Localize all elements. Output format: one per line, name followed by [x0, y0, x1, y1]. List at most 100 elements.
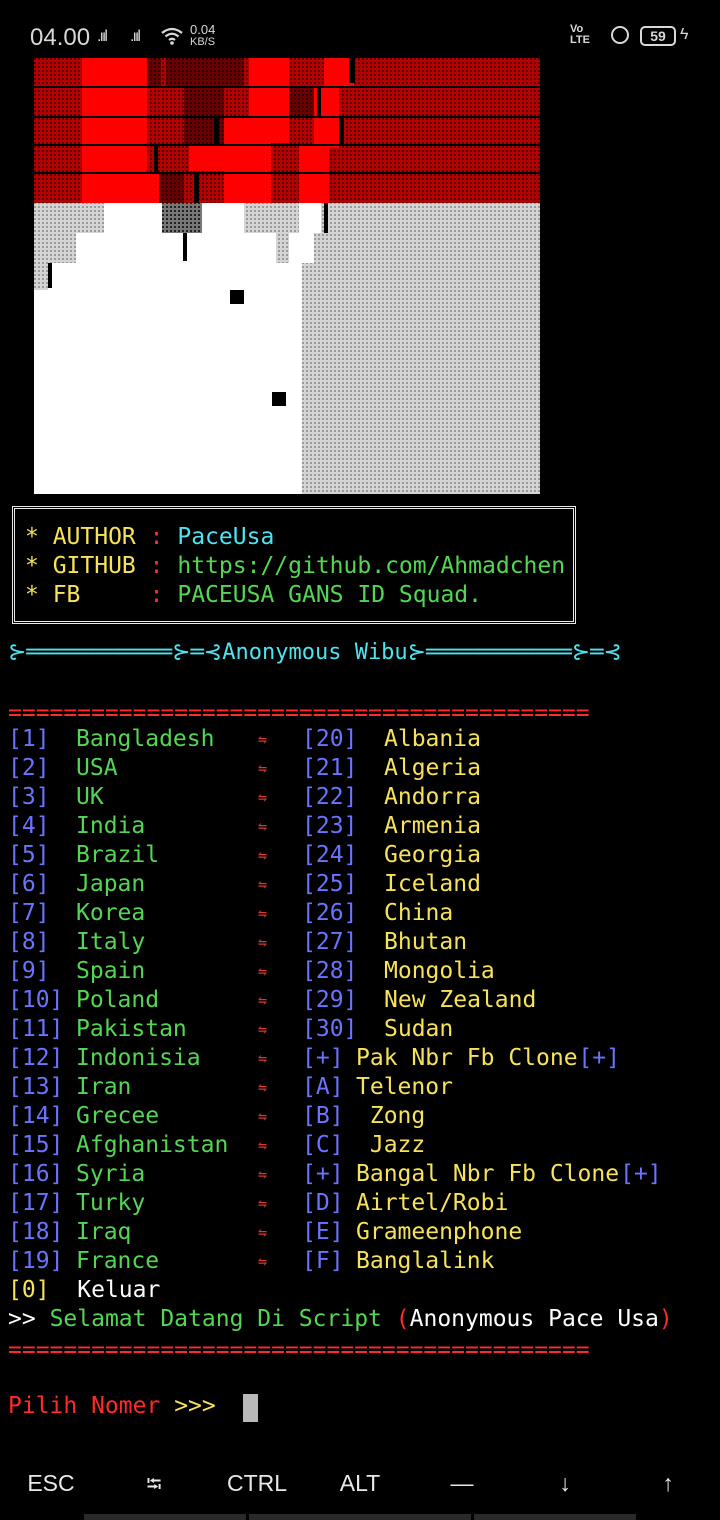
menu-item-label: Sudan [384, 1016, 454, 1042]
menu-item: [23] Armenia [302, 812, 481, 841]
menu-separator-icon: ⇋ [258, 817, 268, 835]
menu-item-number: [A] [302, 1074, 344, 1100]
menu-item-label: Pakistan [76, 1016, 187, 1042]
menu-item-number: [25] [302, 871, 358, 897]
menu-separator-icon: ⇋ [258, 904, 268, 922]
menu-item-number: [29] [302, 987, 358, 1013]
menu-item-number: [12] [8, 1045, 64, 1071]
menu-item-label: Iceland [384, 871, 481, 897]
menu-item-number: [4] [8, 813, 50, 839]
menu-item-number: [28] [302, 958, 358, 984]
menu-item-label: Syria [76, 1161, 146, 1187]
menu-item-label: Bhutan [384, 929, 468, 955]
menu-item-label: Turky [76, 1190, 146, 1216]
menu-item-number: [9] [8, 958, 50, 984]
menu-item-suffix: [+] [578, 1045, 620, 1071]
ctrl-key[interactable]: CTRL [206, 1470, 308, 1497]
menu-item-label: Zong [356, 1103, 426, 1129]
nav-bar [0, 1512, 720, 1520]
menu-item: [12] Indonisia [8, 1044, 201, 1073]
fb-row: * FB : PACEUSA GANS ID Squad. [25, 582, 482, 608]
menu-item: [24] Georgia [302, 841, 481, 870]
menu-item-label: Iran [76, 1074, 132, 1100]
alt-key[interactable]: ALT [309, 1470, 411, 1497]
menu-item-number: [5] [8, 842, 50, 868]
extra-keys-row: ESC ⭾ CTRL ALT — ↓ ↑ [0, 1450, 720, 1520]
menu-separator-icon: ⇋ [258, 788, 268, 806]
menu-separator-icon: ⇋ [258, 1165, 268, 1183]
menu-item: [21] Algeria [302, 754, 481, 783]
menu-item-label: Spain [76, 958, 146, 984]
menu-item: [15] Afghanistan [8, 1131, 228, 1160]
menu-item: [17] Turky [8, 1189, 145, 1218]
terminal-cursor[interactable] [243, 1394, 258, 1422]
menu-item-number: [F] [302, 1248, 344, 1274]
esc-key[interactable]: ESC [0, 1470, 102, 1497]
menu-item-label: China [384, 900, 454, 926]
input-prompt[interactable]: Pilih Nomer >>> [8, 1392, 216, 1421]
menu-item-number: [2] [8, 755, 50, 781]
menu-item-number: [E] [302, 1219, 344, 1245]
menu-item-number: [6] [8, 871, 50, 897]
menu-item-number: [21] [302, 755, 358, 781]
menu-item-label: Jazz [356, 1132, 426, 1158]
tab-key[interactable]: ⭾ [103, 1470, 205, 1504]
menu-item-label: Poland [76, 987, 160, 1013]
menu-item: [30] Sudan [302, 1015, 453, 1044]
menu-item: [26] China [302, 899, 453, 928]
menu-item-number: [13] [8, 1074, 64, 1100]
menu-item-label: UK [76, 784, 104, 810]
separator-top: ========================================… [8, 703, 590, 721]
menu-item-label: Brazil [76, 842, 160, 868]
menu-item-number: [19] [8, 1248, 64, 1274]
menu-item-number: [3] [8, 784, 50, 810]
menu-item: [13] Iran [8, 1073, 131, 1102]
menu-item-number: [D] [302, 1190, 344, 1216]
menu-item-number: [B] [302, 1103, 344, 1129]
signal-sim1-icon: .ııl [97, 28, 108, 45]
signal-sim2-icon: .ııl [130, 28, 141, 45]
menu-item: [6] Japan [8, 870, 145, 899]
menu-item: [20] Albania [302, 725, 481, 754]
menu-item: [7] Korea [8, 899, 145, 928]
menu-item-number: [11] [8, 1016, 64, 1042]
menu-item-number: [30] [302, 1016, 358, 1042]
menu-item-number: [24] [302, 842, 358, 868]
menu-item-label: Albania [384, 726, 481, 752]
menu-item-label: Iraq [76, 1219, 132, 1245]
menu-item: [18] Iraq [8, 1218, 131, 1247]
welcome-line: >> Selamat Datang Di Script (Anonymous P… [8, 1306, 673, 1332]
charging-icon: ϟ [680, 26, 689, 43]
dash-key[interactable]: — [411, 1470, 513, 1497]
menu-item-number: [1] [8, 726, 50, 752]
menu-item-label: Telenor [356, 1074, 453, 1100]
menu-item: [11] Pakistan [8, 1015, 187, 1044]
menu-item: [19] France [8, 1247, 159, 1276]
github-row: * GITHUB : https://github.com/Ahmadchen [25, 553, 566, 579]
menu-item-label: Banglalink [356, 1248, 495, 1274]
menu-item-label: Airtel/Robi [356, 1190, 509, 1216]
author-info-box: * AUTHOR : PaceUsa * GITHUB : https://gi… [12, 506, 576, 624]
menu-item: [3] UK [8, 783, 104, 812]
menu-item-number: [+] [302, 1161, 344, 1187]
menu-item: [22] Andorra [302, 783, 481, 812]
menu-separator-icon: ⇋ [258, 991, 268, 1009]
menu-separator-icon: ⇋ [258, 1136, 268, 1154]
menu-separator-icon: ⇋ [258, 962, 268, 980]
menu-item: [14] Grecee [8, 1102, 159, 1131]
menu-item-label: Grameenphone [356, 1219, 523, 1245]
arrow-down-key[interactable]: ↓ [514, 1470, 616, 1497]
menu-item: [A] Telenor [302, 1073, 453, 1102]
menu-item-label: Pak Nbr Fb Clone [356, 1045, 578, 1071]
menu-item: [1] Bangladesh [8, 725, 214, 754]
menu-item-number: [7] [8, 900, 50, 926]
menu-item: [+] Pak Nbr Fb Clone [+] [302, 1044, 620, 1073]
menu-item-label: Italy [76, 929, 146, 955]
menu-separator-icon: ⇋ [258, 846, 268, 864]
menu-separator-icon: ⇋ [258, 1194, 268, 1212]
menu-item: [27] Bhutan [302, 928, 467, 957]
menu-item-label: France [76, 1248, 160, 1274]
menu-item-label: Japan [76, 871, 146, 897]
arrow-up-key[interactable]: ↑ [617, 1470, 719, 1497]
menu-item: [D] Airtel/Robi [302, 1189, 508, 1218]
